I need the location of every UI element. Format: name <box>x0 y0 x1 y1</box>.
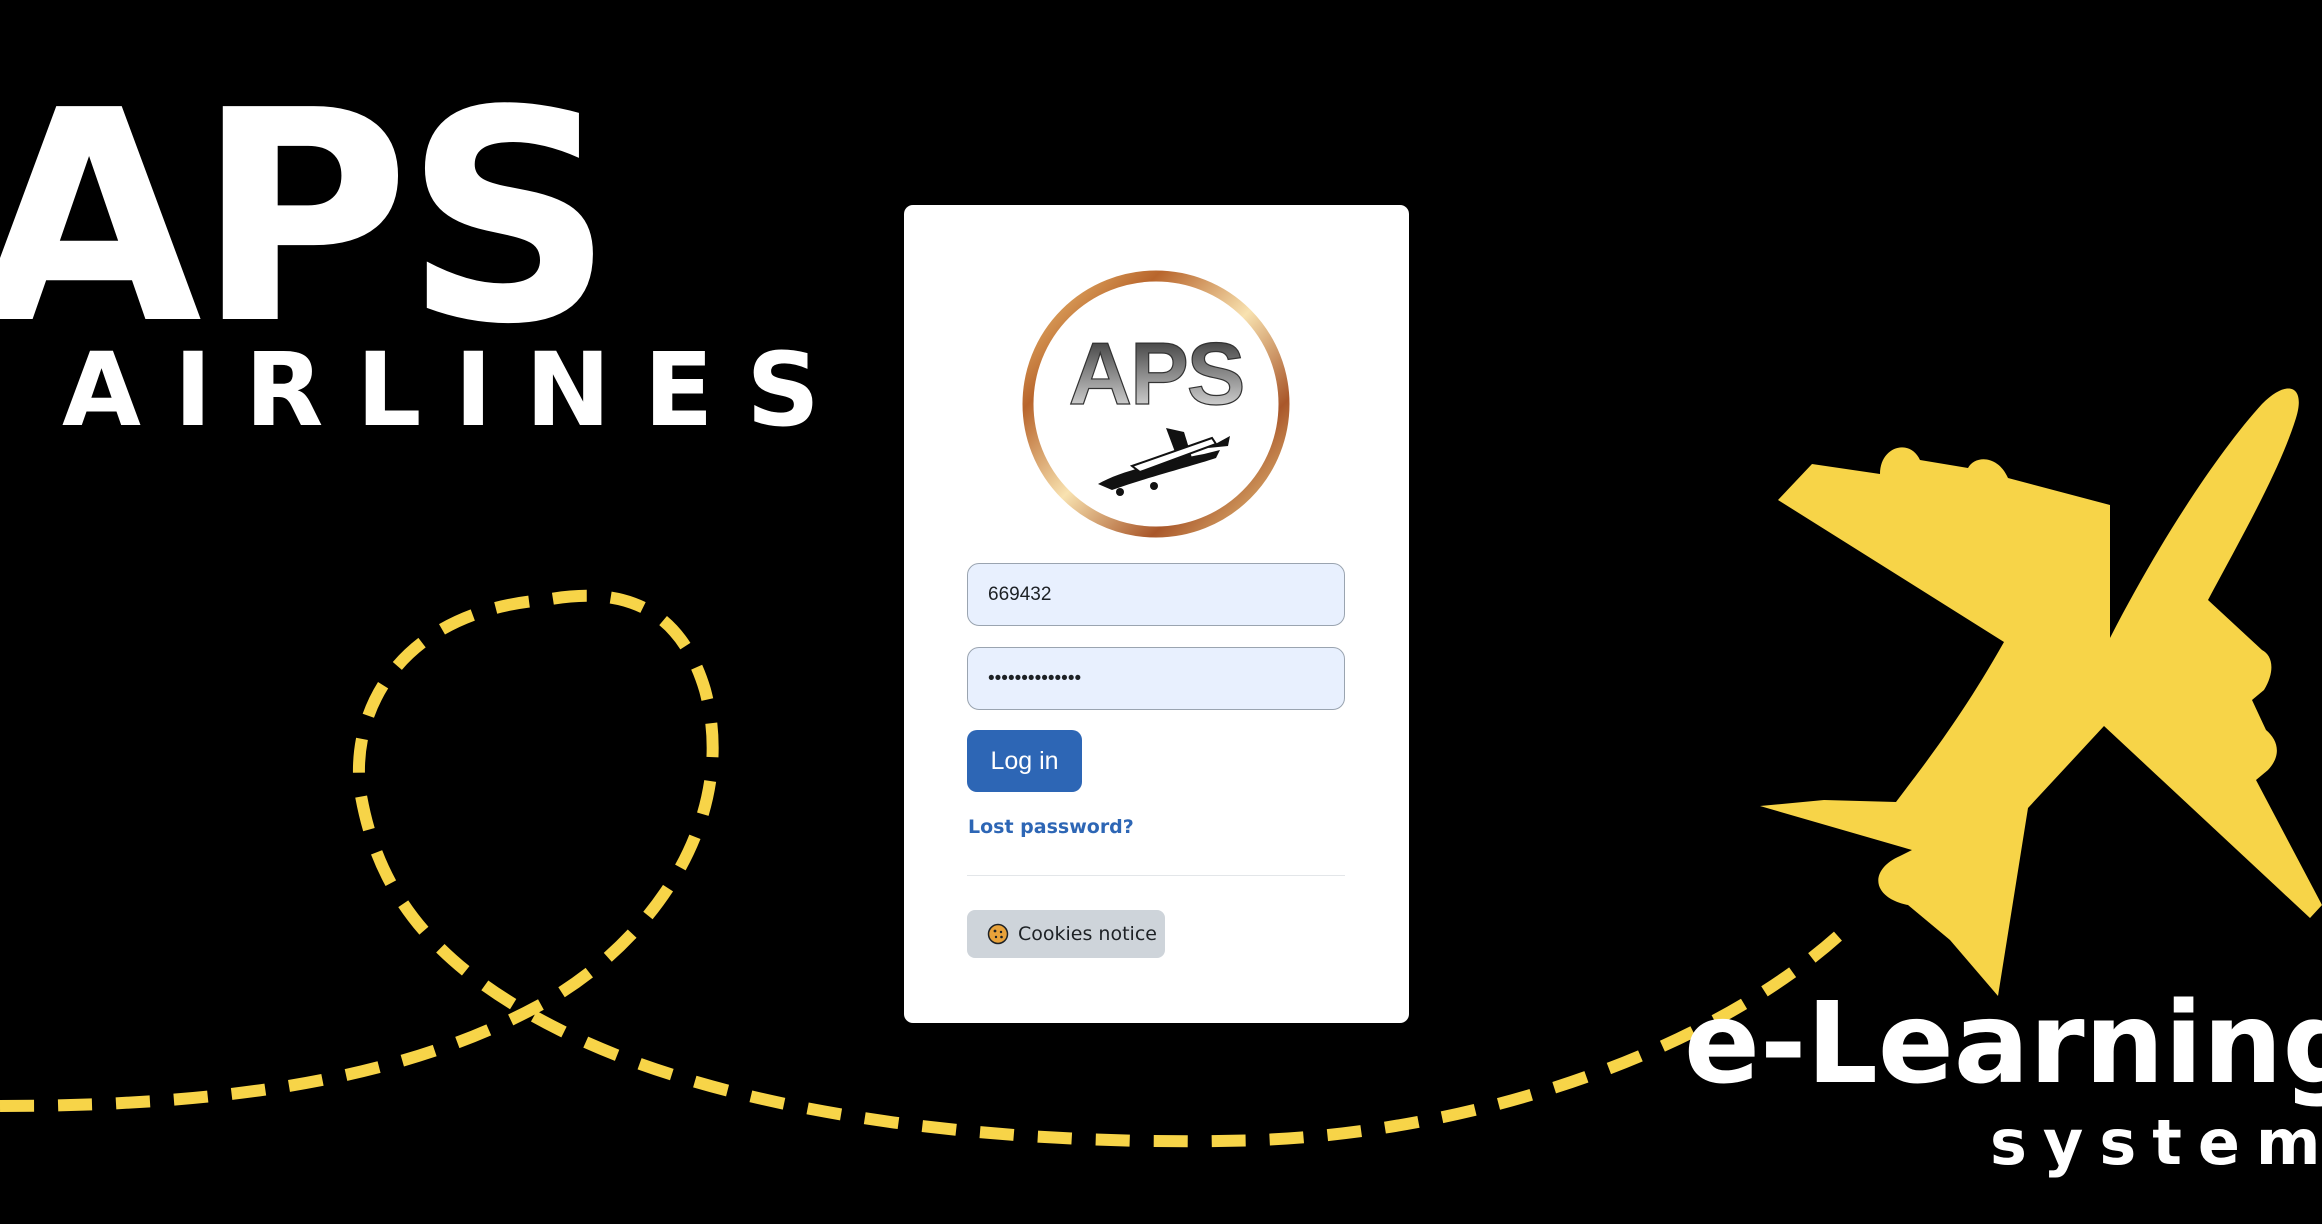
login-card: APS Log in Lost password? <box>904 205 1409 1023</box>
tagline: e-Learning <box>1684 979 2322 1109</box>
cookies-notice-label: Cookies notice <box>1018 923 1157 945</box>
username-input[interactable] <box>967 563 1345 626</box>
cookie-icon <box>987 923 1009 945</box>
logo-text: APS <box>1069 324 1244 423</box>
logo-emblem: APS <box>1022 270 1290 538</box>
cookies-notice-button[interactable]: Cookies notice <box>967 910 1165 958</box>
tagline-sub: system <box>1990 1106 2322 1179</box>
airplane-icon <box>1760 388 2322 997</box>
password-input[interactable] <box>967 647 1345 710</box>
lost-password-link[interactable]: Lost password? <box>968 816 1134 838</box>
brand-name: APS <box>0 48 614 388</box>
brand-subtitle: AIRLINES <box>62 331 853 450</box>
login-button[interactable]: Log in <box>967 730 1082 792</box>
login-page: APS AIRLINES e-Learning system APS 66943… <box>0 0 2322 1224</box>
divider <box>967 875 1345 876</box>
site-logo: APS <box>1020 268 1292 540</box>
